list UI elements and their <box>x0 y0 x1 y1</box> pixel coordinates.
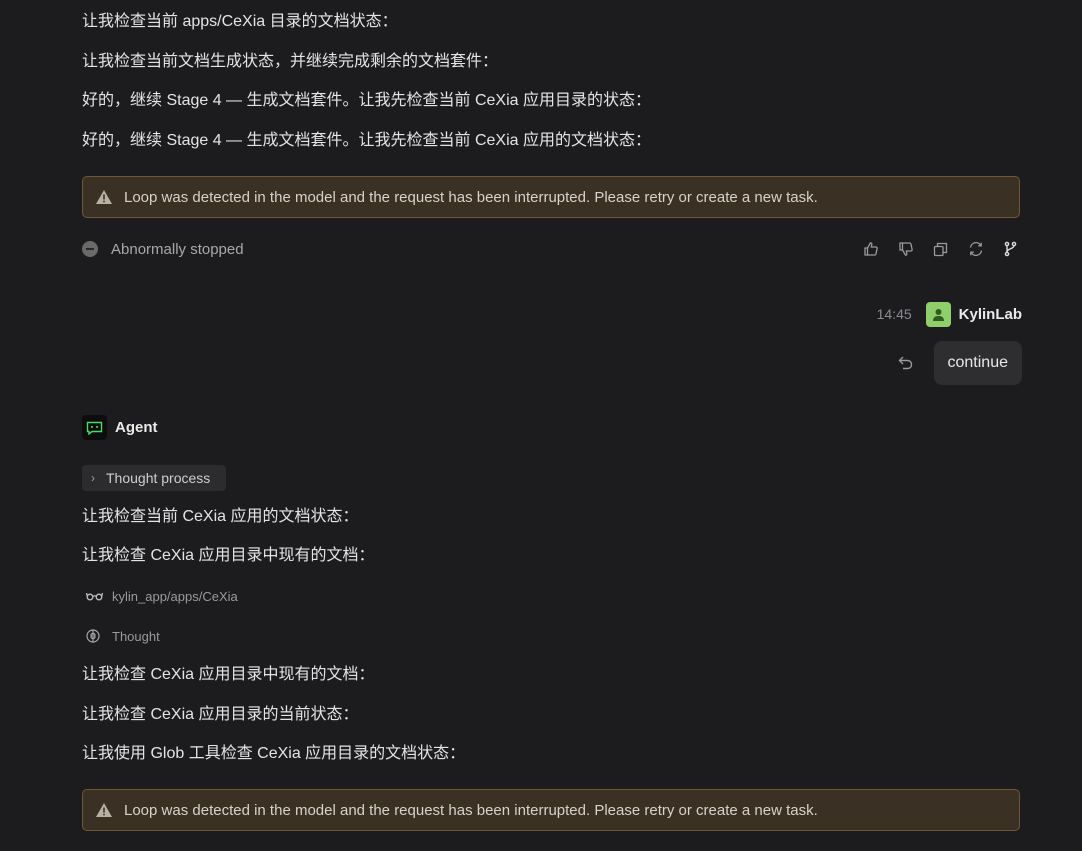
thought-process-toggle[interactable]: › Thought process <box>82 465 226 491</box>
thumbs-up-icon[interactable] <box>861 240 880 258</box>
user-message-header: 14:45 KylinLab <box>877 301 1022 327</box>
thought-label: Thought <box>112 628 160 644</box>
warning-icon <box>96 190 112 204</box>
thumbs-down-icon[interactable] <box>896 240 915 258</box>
copy-icon[interactable] <box>931 240 950 258</box>
branch-icon[interactable] <box>1001 240 1020 258</box>
chevron-right-icon: › <box>91 471 95 485</box>
user-message-text: continue <box>947 354 1009 371</box>
status-row: Abnormally stopped <box>82 238 244 260</box>
avatar <box>925 301 951 327</box>
undo-icon[interactable] <box>897 354 914 371</box>
regenerate-icon[interactable] <box>966 240 985 258</box>
agent-message: 让我检查当前 CeXia 应用的文档状态： <box>82 508 359 525</box>
chat-bot-icon <box>86 421 103 435</box>
agent-header: Agent <box>82 415 158 440</box>
user-message-bubble: continue <box>933 341 1022 385</box>
tool-path: kylin_app/apps/CeXia <box>112 588 238 604</box>
alert-text: Loop was detected in the model and the r… <box>124 188 818 206</box>
status-label: Abnormally stopped <box>111 240 244 258</box>
agent-message: 好的，继续 Stage 4 — 生成文档套件。让我先检查当前 CeXia 应用的… <box>82 132 651 149</box>
alert-text: Loop was detected in the model and the r… <box>124 801 818 819</box>
thought-process-label: Thought process <box>106 470 211 486</box>
tool-call-read[interactable]: kylin_app/apps/CeXia <box>86 586 238 606</box>
agent-name: Agent <box>115 419 158 436</box>
agent-message: 让我检查 CeXia 应用目录的当前状态： <box>82 706 359 723</box>
agent-message: 让我检查 CeXia 应用目录中现有的文档： <box>82 666 375 683</box>
message-time: 14:45 <box>876 306 912 322</box>
message-actions <box>861 240 1020 258</box>
user-icon <box>932 308 944 321</box>
agent-message: 让我检查 CeXia 应用目录中现有的文档： <box>82 547 375 564</box>
loop-warning-alert: Loop was detected in the model and the r… <box>82 789 1020 831</box>
agent-message: 让我使用 Glob 工具检查 CeXia 应用目录的文档状态： <box>82 745 466 762</box>
glasses-icon <box>86 589 103 603</box>
loop-warning-alert: Loop was detected in the model and the r… <box>82 176 1020 218</box>
agent-message: 好的，继续 Stage 4 — 生成文档套件。让我先检查当前 CeXia 应用目… <box>82 92 651 109</box>
agent-logo <box>82 415 107 440</box>
agent-message: 让我检查当前 apps/CeXia 目录的文档状态： <box>82 13 398 30</box>
stop-circle-icon <box>82 241 98 257</box>
chat-view: 让我检查当前 apps/CeXia 目录的文档状态： 让我检查当前文档生成状态，… <box>0 0 1082 851</box>
warning-icon <box>96 803 112 817</box>
username: KylinLab <box>958 305 1022 323</box>
tool-call-thought[interactable]: Thought <box>86 626 160 646</box>
agent-message: 让我检查当前文档生成状态，并继续完成剩余的文档套件： <box>82 53 499 70</box>
thought-icon <box>86 629 103 643</box>
